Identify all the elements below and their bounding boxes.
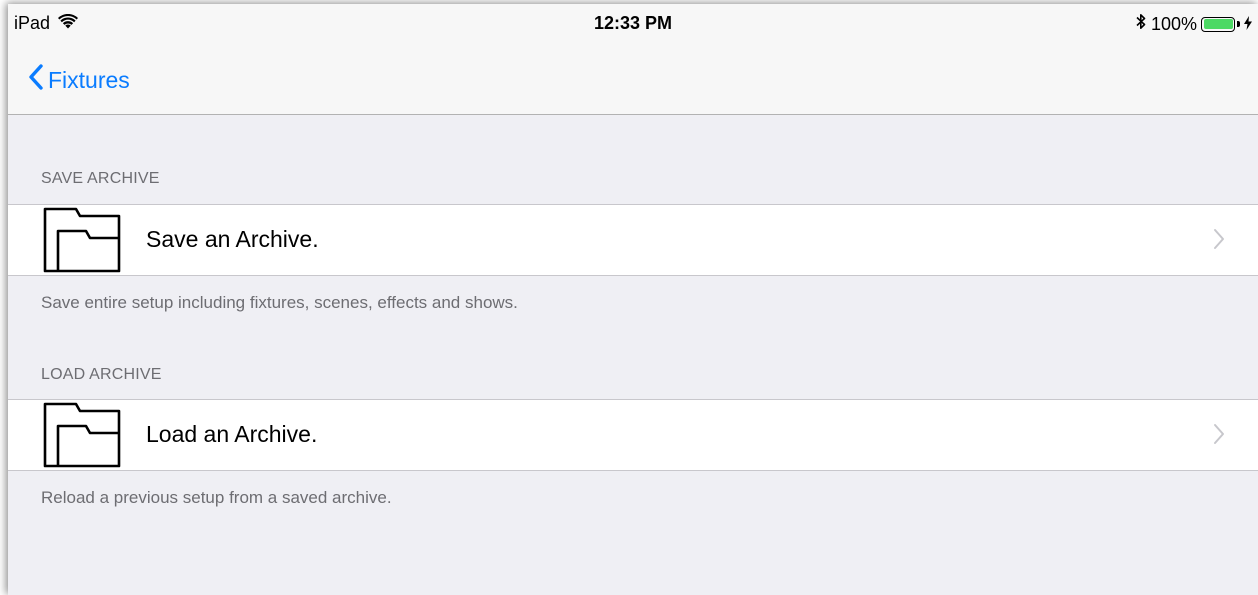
battery-fill <box>1203 19 1233 29</box>
status-time: 12:33 PM <box>593 13 673 33</box>
save-archive-title: Save an Archive. <box>146 226 319 252</box>
section-header-load: LOAD ARCHIVE <box>41 366 162 383</box>
navigation-bar: Fixtures <box>8 44 1258 115</box>
bluetooth-icon <box>1135 13 1147 35</box>
save-archive-cell[interactable]: Save an Archive. <box>8 204 1258 276</box>
section-footer-save: Save entire setup including fixtures, sc… <box>41 293 518 312</box>
battery-percent: 100% <box>1150 13 1197 34</box>
status-bar: iPad 12:33 PM 100% <box>8 4 1258 44</box>
load-archive-title: Load an Archive. <box>146 421 318 447</box>
section-footer-load: Reload a previous setup from a saved arc… <box>41 488 392 507</box>
folder-icon <box>42 207 122 273</box>
chevron-left-icon <box>28 64 44 96</box>
back-button[interactable]: Fixtures <box>28 64 130 96</box>
battery-tip <box>1237 21 1240 27</box>
chevron-right-icon <box>1213 228 1225 250</box>
section-header-save: SAVE ARCHIVE <box>41 170 160 187</box>
load-archive-cell[interactable]: Load an Archive. <box>8 399 1258 471</box>
status-right: 100% <box>1135 13 1252 35</box>
charging-icon <box>1244 14 1252 35</box>
chevron-right-icon <box>1213 423 1225 445</box>
folder-icon <box>42 402 122 468</box>
back-label: Fixtures <box>48 66 130 93</box>
battery-icon <box>1201 16 1235 32</box>
app-window: iPad 12:33 PM 100% Fixtures SAVE ARCHIVE… <box>8 4 1258 595</box>
